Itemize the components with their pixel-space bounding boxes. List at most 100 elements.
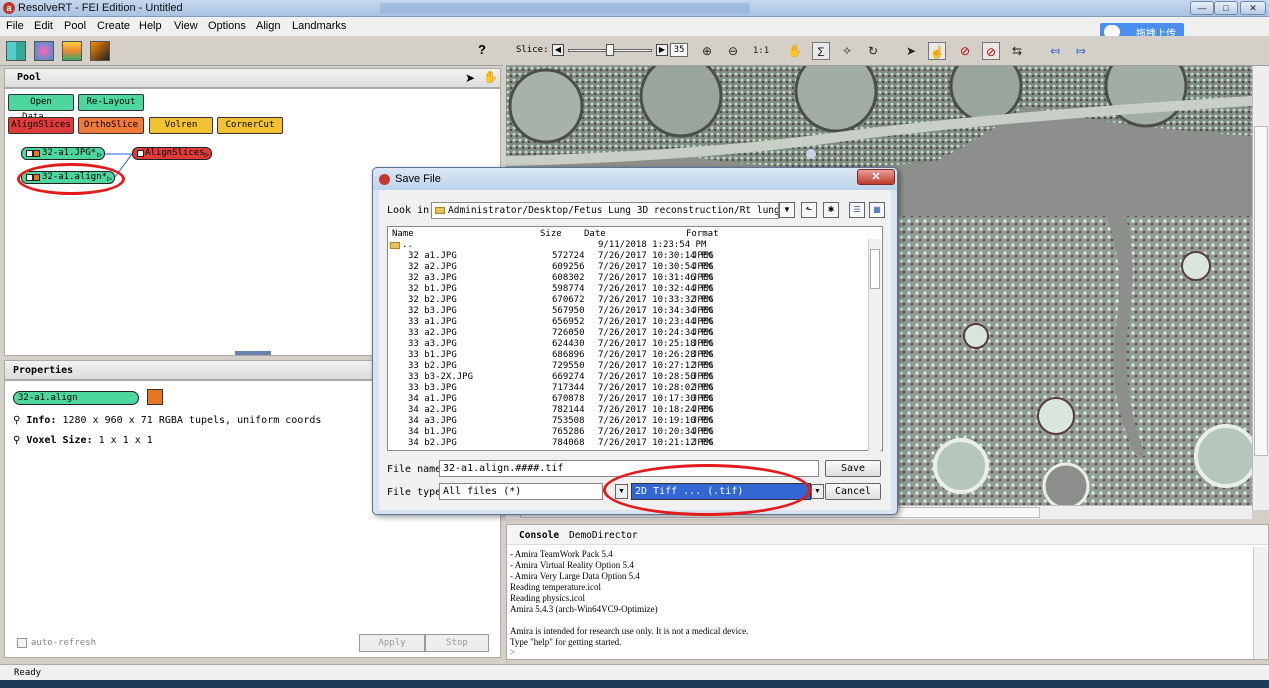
slice-prev-button[interactable]: ◀ (552, 44, 564, 56)
tab-demodirector[interactable]: DemoDirector (569, 530, 638, 541)
file-row[interactable]: 33 b3.JPG 717344 7/26/2017 10:28:02 PM JPEG (388, 383, 868, 394)
menu-file[interactable]: File (6, 20, 24, 32)
file-row[interactable]: 33 a1.JPG 656952 7/26/2017 10:23:44 PM JPEG (388, 317, 868, 328)
zoom-in-icon[interactable]: ⊕ (698, 42, 716, 60)
look-in-dropdown-button[interactable]: ▼ (779, 202, 795, 218)
file-row[interactable]: 33 a2.JPG 726050 7/26/2017 10:24:34 PM JPEG (388, 328, 868, 339)
tab-console[interactable]: Console (519, 530, 559, 541)
file-row[interactable]: 33 a3.JPG 624430 7/26/2017 10:25:18 PM JPEG (388, 339, 868, 350)
file-row[interactable]: 34 a2.JPG 782144 7/26/2017 10:18:24 PM JPEG (388, 405, 868, 416)
auto-refresh-checkbox[interactable] (17, 638, 27, 648)
file-row[interactable]: 33 b3-2X.JPG 669274 7/26/2017 10:28:50 PM J… (388, 372, 868, 383)
file-format: JPEG (692, 350, 714, 360)
file-row[interactable]: 32 b1.JPG 598774 7/26/2017 10:32:44 PM JPEG (388, 284, 868, 295)
file-row[interactable]: 32 b2.JPG 670672 7/26/2017 10:33:32 PM JPEG (388, 295, 868, 306)
file-row[interactable]: 34 b1.JPG 765286 7/26/2017 10:20:34 PM JPEG (388, 427, 868, 438)
pool-icon[interactable] (6, 41, 26, 61)
pan-icon[interactable]: ☝ (928, 42, 946, 60)
file-row[interactable]: 32 a2.JPG 609256 7/26/2017 10:30:54 PM JPEG (388, 262, 868, 273)
file-format: JPEG (692, 427, 714, 437)
menu-align[interactable]: Align (256, 20, 280, 32)
file-row[interactable]: 32 a3.JPG 608302 7/26/2017 10:31:46 PM JPEG (388, 273, 868, 284)
file-list-scroll-thumb[interactable] (870, 249, 880, 289)
up-folder-icon[interactable]: ⬑ (801, 202, 817, 218)
console-scrollbar[interactable] (1253, 547, 1267, 659)
dialog-close-button[interactable]: ✕ (857, 169, 895, 185)
selected-object-pill[interactable]: 32-a1.align (13, 391, 139, 405)
swap-icon[interactable]: ⇆ (1008, 42, 1026, 60)
zoom-out-icon[interactable]: ⊖ (724, 42, 742, 60)
new-folder-icon[interactable]: ✱ (823, 202, 839, 218)
pointer-icon[interactable]: ➤ (902, 42, 920, 60)
file-format: JPEG (692, 339, 714, 349)
file-row[interactable]: 32 b3.JPG 567950 7/26/2017 10:34:34 PM JPEG (388, 306, 868, 317)
dialog-title-bar[interactable]: Save File ✕ (373, 168, 897, 190)
format-dropdown-icon[interactable]: ▼ (811, 484, 824, 499)
menu-view[interactable]: View (174, 20, 198, 32)
menu-landmarks[interactable]: Landmarks (292, 20, 346, 32)
file-list-scrollbar[interactable] (868, 239, 881, 451)
list-view-icon[interactable]: ☰ (849, 202, 865, 218)
hand-cursor-icon[interactable]: ✋ (483, 70, 498, 84)
console-prompt[interactable]: > (510, 647, 515, 657)
rotate-icon[interactable]: ↻ (864, 42, 882, 60)
file-row[interactable]: 33 b1.JPG 686896 7/26/2017 10:26:28 PM JPEG (388, 350, 868, 361)
network-icon[interactable] (34, 41, 54, 61)
sum-icon[interactable]: Σ (812, 42, 830, 60)
ime-indicator (380, 3, 750, 14)
info-label: Info: (26, 415, 57, 426)
file-row[interactable]: 34 b2.JPG 784068 7/26/2017 10:21:12 PM JPEG (388, 438, 868, 449)
object-color-swatch[interactable] (147, 389, 163, 405)
column-name[interactable]: Name (392, 229, 414, 239)
file-row[interactable]: 34 a3.JPG 753508 7/26/2017 10:19:10 PM JPEG (388, 416, 868, 427)
menu-options[interactable]: Options (208, 20, 246, 32)
menu-pool[interactable]: Pool (64, 20, 86, 32)
minimize-button[interactable]: — (1190, 1, 1214, 15)
menu-edit[interactable]: Edit (34, 20, 53, 32)
file-list[interactable]: Name Size Date Format .. 9/11/2018 1:23:5… (387, 226, 883, 451)
apply-button[interactable]: Apply (359, 634, 425, 652)
file-type-select[interactable]: All files (*) (439, 483, 603, 500)
file-format: JPEG (692, 405, 714, 415)
transform-icon[interactable]: ⤆ (1046, 42, 1064, 60)
zoom-reset-button[interactable]: 1:1 (750, 42, 772, 60)
close-button[interactable]: ✕ (1240, 1, 1266, 15)
console-panel[interactable]: Console DemoDirector - Amira TeamWork Pa… (506, 524, 1269, 660)
info-icon[interactable]: ⚲ (13, 415, 20, 426)
align-auto-icon[interactable]: ⊘ (956, 42, 974, 60)
file-row[interactable]: .. 9/11/2018 1:23:54 PM (388, 240, 868, 251)
detail-view-icon[interactable]: ▦ (869, 202, 885, 218)
slice-slider-handle[interactable] (606, 44, 614, 56)
voxel-icon[interactable]: ⚲ (13, 435, 20, 446)
viewer-scroll-thumb[interactable] (1254, 126, 1268, 456)
file-row[interactable]: 33 b2.JPG 729550 7/26/2017 10:27:12 PM JPEG (388, 361, 868, 372)
column-format[interactable]: Format (686, 229, 719, 239)
menu-help[interactable]: Help (139, 20, 162, 32)
layers-icon[interactable] (62, 41, 82, 61)
stop-button[interactable]: Stop (425, 634, 489, 652)
pick-icon[interactable]: ✧ (838, 42, 856, 60)
splitter-handle[interactable] (235, 351, 271, 355)
look-in-combobox[interactable]: Administrator/Desktop/Fetus Lung 3D reco… (431, 202, 779, 219)
align-manual-icon[interactable]: ⊘ (982, 42, 1000, 60)
slice-number-field[interactable]: 35 (670, 43, 688, 57)
info-value: 1280 x 960 x 71 RGBA tupels, uniform coo… (62, 415, 322, 426)
maximize-button[interactable]: □ (1214, 1, 1238, 15)
file-row[interactable]: 32 a1.JPG 572724 7/26/2017 10:30:14 PM JPEG (388, 251, 868, 262)
menu-bar: File Edit Pool Create Help View Options … (0, 17, 1269, 36)
file-row[interactable]: 34 a1.JPG 670878 7/26/2017 10:17:30 PM JPEG (388, 394, 868, 405)
hand-icon[interactable]: ✋ (786, 42, 804, 60)
cancel-button[interactable]: Cancel (825, 483, 881, 500)
column-size[interactable]: Size (540, 229, 562, 239)
slice-next-button[interactable]: ▶ (656, 44, 668, 56)
save-button[interactable]: Save (825, 460, 881, 477)
help-button[interactable]: ? (478, 42, 486, 57)
cursor-icon[interactable]: ➤ (465, 71, 475, 85)
column-date[interactable]: Date (584, 229, 606, 239)
menu-create[interactable]: Create (97, 20, 130, 32)
viewer-icon[interactable] (90, 41, 110, 61)
title-bar: a ResolveRT - FEI Edition - Untitled — □… (0, 0, 1269, 17)
file-format: JPEG (692, 416, 714, 426)
viewer-vertical-scrollbar[interactable] (1252, 66, 1269, 510)
landmark-icon[interactable]: ⤇ (1072, 42, 1090, 60)
